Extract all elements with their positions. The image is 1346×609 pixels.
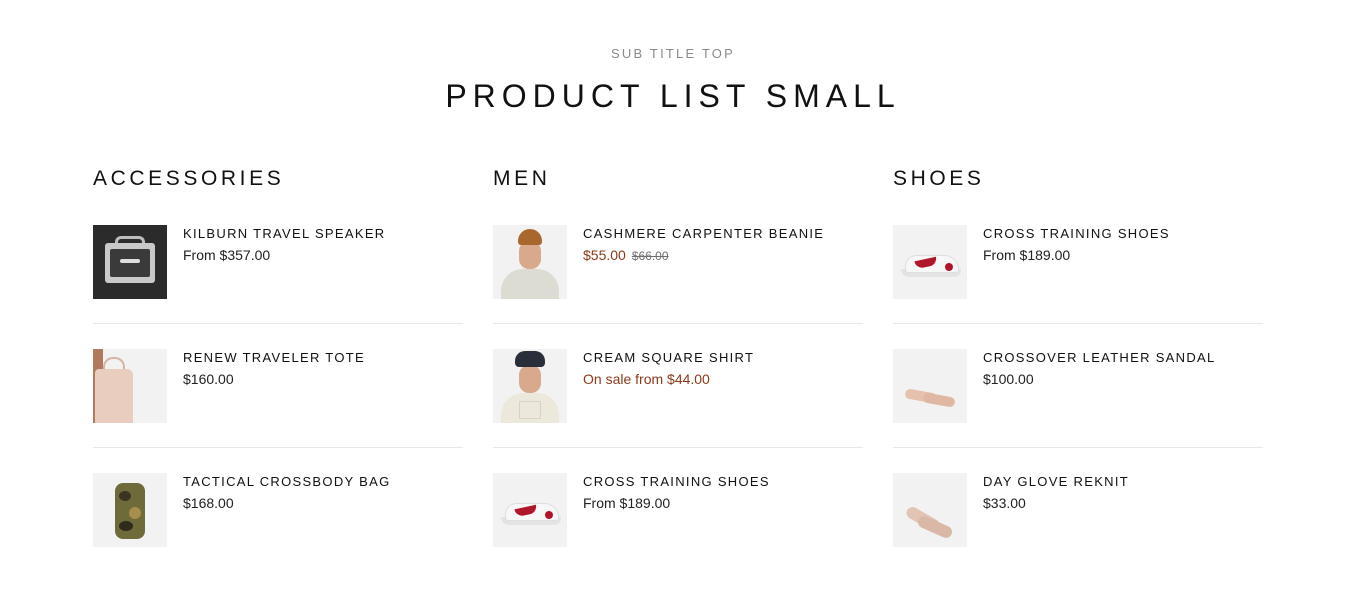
product-item[interactable]: CROSS TRAINING SHOES From $189.00 [893,225,1263,299]
column-shoes: SHOES CROSS TRAINING SHOES From $189.00 … [893,166,1263,547]
product-image-tote[interactable] [93,349,167,423]
column-men: MEN CASHMERE CARPENTER BEANIE $55.00 $66.… [493,166,863,547]
product-name[interactable]: DAY GLOVE REKNIT [983,474,1129,490]
product-image-sneaker[interactable] [893,225,967,299]
product-image-sneaker[interactable] [493,473,567,547]
divider [93,447,463,448]
product-name[interactable]: TACTICAL CROSSBODY BAG [183,474,391,490]
product-price: From $189.00 [583,495,671,511]
product-price: $168.00 [183,495,234,511]
product-price: $55.00 $66.00 [583,247,824,264]
product-image-sandal[interactable] [893,349,967,423]
column-title: SHOES [893,167,985,190]
product-name[interactable]: CROSS TRAINING SHOES [983,226,1170,242]
product-name[interactable]: KILBURN TRAVEL SPEAKER [183,226,385,242]
product-item[interactable]: RENEW TRAVELER TOTE $160.00 [93,349,463,423]
product-price: From $357.00 [183,247,271,263]
divider [493,323,863,324]
divider [893,323,1263,324]
product-price: From $189.00 [983,247,1071,263]
product-item[interactable]: TACTICAL CROSSBODY BAG $168.00 [93,473,463,547]
divider [493,447,863,448]
product-item[interactable]: CROSSOVER LEATHER SANDAL $100.00 [893,349,1263,423]
product-name[interactable]: CROSSOVER LEATHER SANDAL [983,350,1216,366]
product-image-camo-bag[interactable] [93,473,167,547]
product-image-speaker[interactable] [93,225,167,299]
product-item[interactable]: CREAM SQUARE SHIRT On sale from $44.00 [493,349,863,423]
product-name[interactable]: CREAM SQUARE SHIRT [583,350,754,366]
column-title: ACCESSORIES [93,167,285,190]
product-price: $100.00 [983,371,1034,387]
product-name[interactable]: CROSS TRAINING SHOES [583,474,770,490]
product-image-beanie[interactable] [493,225,567,299]
product-columns: ACCESSORIES KILBURN TRAVEL SPEAKER From … [93,166,1263,547]
compare-price: $66.00 [631,249,669,263]
column-title: MEN [493,167,551,190]
sale-price: $55.00 [583,247,626,263]
product-price: On sale from $44.00 [583,371,710,387]
section-subtitle: SUB TITLE TOP [611,46,735,61]
divider [93,323,463,324]
section-title: PRODUCT LIST SMALL [445,78,901,114]
column-accessories: ACCESSORIES KILBURN TRAVEL SPEAKER From … [93,166,463,547]
product-item[interactable]: KILBURN TRAVEL SPEAKER From $357.00 [93,225,463,299]
product-image-shirt[interactable] [493,349,567,423]
product-image-flat-shoe[interactable] [893,473,967,547]
product-price: $33.00 [983,495,1026,511]
product-price: $160.00 [183,371,234,387]
divider [893,447,1263,448]
product-item[interactable]: DAY GLOVE REKNIT $33.00 [893,473,1263,547]
product-item[interactable]: CROSS TRAINING SHOES From $189.00 [493,473,863,547]
product-name[interactable]: CASHMERE CARPENTER BEANIE [583,226,824,242]
product-item[interactable]: CASHMERE CARPENTER BEANIE $55.00 $66.00 [493,225,863,299]
product-name[interactable]: RENEW TRAVELER TOTE [183,350,365,366]
